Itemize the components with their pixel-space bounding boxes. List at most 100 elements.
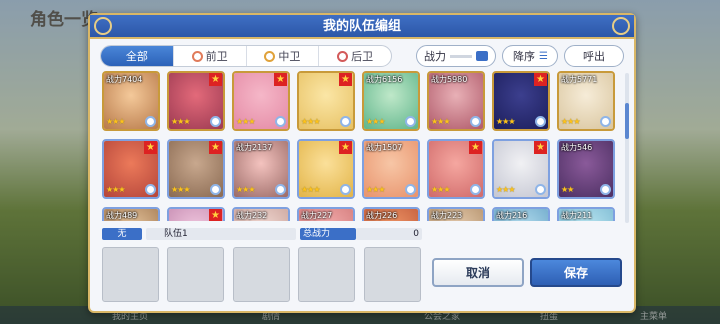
total-power-badge: 总战力	[300, 228, 356, 240]
character-power: 战力2137	[236, 143, 273, 152]
character-card[interactable]: 战力2137 ★★★	[232, 139, 290, 199]
position-rank-icon	[210, 116, 221, 127]
rare-star-icon: ★	[339, 73, 352, 86]
character-card[interactable]: ★ ★★★	[297, 139, 355, 199]
call-out-button[interactable]: 呼出	[564, 45, 624, 67]
character-card[interactable]: 战力232	[232, 207, 290, 221]
character-power: 战力211	[561, 211, 593, 220]
position-rank-icon	[535, 116, 546, 127]
character-card[interactable]: ★ ★★★	[102, 139, 160, 199]
save-button[interactable]: 保存	[530, 258, 622, 287]
character-star-rating: ★★★	[171, 117, 190, 126]
team-slot-4[interactable]	[298, 247, 355, 302]
character-star-rating: ★★★	[106, 117, 125, 126]
filter-tab-back[interactable]: 后卫	[319, 46, 391, 66]
character-card[interactable]: ★ ★★★	[492, 71, 550, 131]
position-filter-bar: 全部 前卫 中卫 后卫	[100, 45, 392, 67]
position-rank-icon	[340, 184, 351, 195]
character-card[interactable]: 战力546 ★★	[557, 139, 615, 199]
character-power: 战力232	[236, 211, 268, 220]
character-card[interactable]: ★ ★★★	[167, 71, 225, 131]
rare-star-icon: ★	[209, 141, 222, 154]
character-power: 战力7404	[106, 75, 143, 84]
cancel-button-label: 取消	[465, 266, 490, 280]
position-rank-icon	[470, 184, 481, 195]
position-rank-icon	[535, 184, 546, 195]
character-card[interactable]: 战力5771 ★★★	[557, 71, 615, 131]
filter-tab-middle[interactable]: 中卫	[247, 46, 320, 66]
filter-tab-all[interactable]: 全部	[101, 46, 174, 66]
character-star-rating: ★★★	[236, 117, 255, 126]
sort-descending-icon: ☰	[539, 50, 548, 62]
rare-star-icon: ★	[339, 141, 352, 154]
roster-scroll-thumb[interactable]	[625, 103, 629, 139]
character-roster-grid: 战力7404 ★★★ ★ ★★★ ★ ★★★ ★ ★★★ 战力6156 ★★★ 战力5980 ★★★ ★…	[102, 71, 622, 221]
sort-field-placeholder-bar	[450, 54, 472, 58]
position-rank-icon	[210, 184, 221, 195]
character-card[interactable]: 战力216	[492, 207, 550, 221]
character-card[interactable]: 战力226	[362, 207, 420, 221]
character-power: 战力1507	[366, 143, 403, 152]
team-slot-2[interactable]	[167, 247, 224, 302]
character-card[interactable]: 战力7404 ★★★	[102, 71, 160, 131]
rare-star-icon: ★	[209, 73, 222, 86]
team-slot-1[interactable]	[102, 247, 159, 302]
character-star-rating: ★★★	[301, 185, 320, 194]
team-name-text: 队伍1	[164, 229, 188, 239]
character-power: 战力226	[366, 211, 398, 220]
character-star-rating: ★★	[561, 185, 574, 194]
position-rank-icon	[470, 116, 481, 127]
filter-tab-label: 前卫	[205, 50, 228, 63]
sort-order-label: 降序	[513, 50, 536, 63]
character-star-rating: ★★★	[496, 185, 515, 194]
sort-order-toggle[interactable]: 降序 ☰	[502, 45, 558, 67]
character-card[interactable]: ★ ★★★	[427, 139, 485, 199]
character-star-rating: ★★★	[301, 117, 320, 126]
total-power-value: 0	[413, 229, 419, 239]
character-card[interactable]: ★ ★★★	[232, 71, 290, 131]
total-power-value-box: 0	[356, 228, 422, 240]
character-card[interactable]: 战力5980 ★★★	[427, 71, 485, 131]
character-power: 战力6156	[366, 75, 403, 84]
rare-star-icon: ★	[209, 209, 222, 221]
corner-ornament-right-icon	[612, 17, 630, 35]
character-star-rating: ★★★	[366, 185, 385, 194]
filter-tab-label: 后卫	[351, 50, 374, 63]
character-star-rating: ★★★	[366, 117, 385, 126]
position-rank-icon	[600, 184, 611, 195]
team-slot-3[interactable]	[233, 247, 290, 302]
character-card[interactable]: 战力211	[557, 207, 615, 221]
rare-star-icon: ★	[534, 141, 547, 154]
filter-tab-label: 中卫	[278, 50, 301, 63]
team-tag-text: 无	[117, 229, 127, 239]
character-star-rating: ★★★	[106, 185, 125, 194]
character-power: 战力223	[431, 211, 463, 220]
character-card[interactable]: ★	[167, 207, 225, 221]
character-card[interactable]: ★ ★★★	[167, 139, 225, 199]
rare-star-icon: ★	[144, 141, 157, 154]
character-card[interactable]: ★ ★★★	[297, 71, 355, 131]
character-card[interactable]: 战力6156 ★★★	[362, 71, 420, 131]
roster-scrollbar[interactable]	[625, 73, 629, 223]
character-star-rating: ★★★	[236, 185, 255, 194]
position-rank-icon	[340, 116, 351, 127]
character-card[interactable]: 战力227	[297, 207, 355, 221]
sort-field-select[interactable]: 战力	[416, 45, 496, 67]
character-card[interactable]: 战力223	[427, 207, 485, 221]
filter-tab-front[interactable]: 前卫	[174, 46, 247, 66]
total-power-label: 总战力	[303, 229, 331, 239]
dialog-header: 我的队伍编组	[90, 15, 634, 39]
character-power: 战力5980	[431, 75, 468, 84]
team-slot-5[interactable]	[364, 247, 421, 302]
character-card[interactable]: 战力489	[102, 207, 160, 221]
sort-field-label: 战力	[424, 50, 446, 63]
position-rank-icon	[405, 184, 416, 195]
rare-star-icon: ★	[274, 73, 287, 86]
character-star-rating: ★★★	[561, 117, 580, 126]
cancel-button[interactable]: 取消	[432, 258, 524, 287]
character-card[interactable]: 战力1507 ★★★	[362, 139, 420, 199]
sort-select-icon	[476, 51, 488, 61]
character-card[interactable]: ★ ★★★	[492, 139, 550, 199]
position-rank-icon	[145, 116, 156, 127]
back-position-icon	[337, 50, 349, 62]
